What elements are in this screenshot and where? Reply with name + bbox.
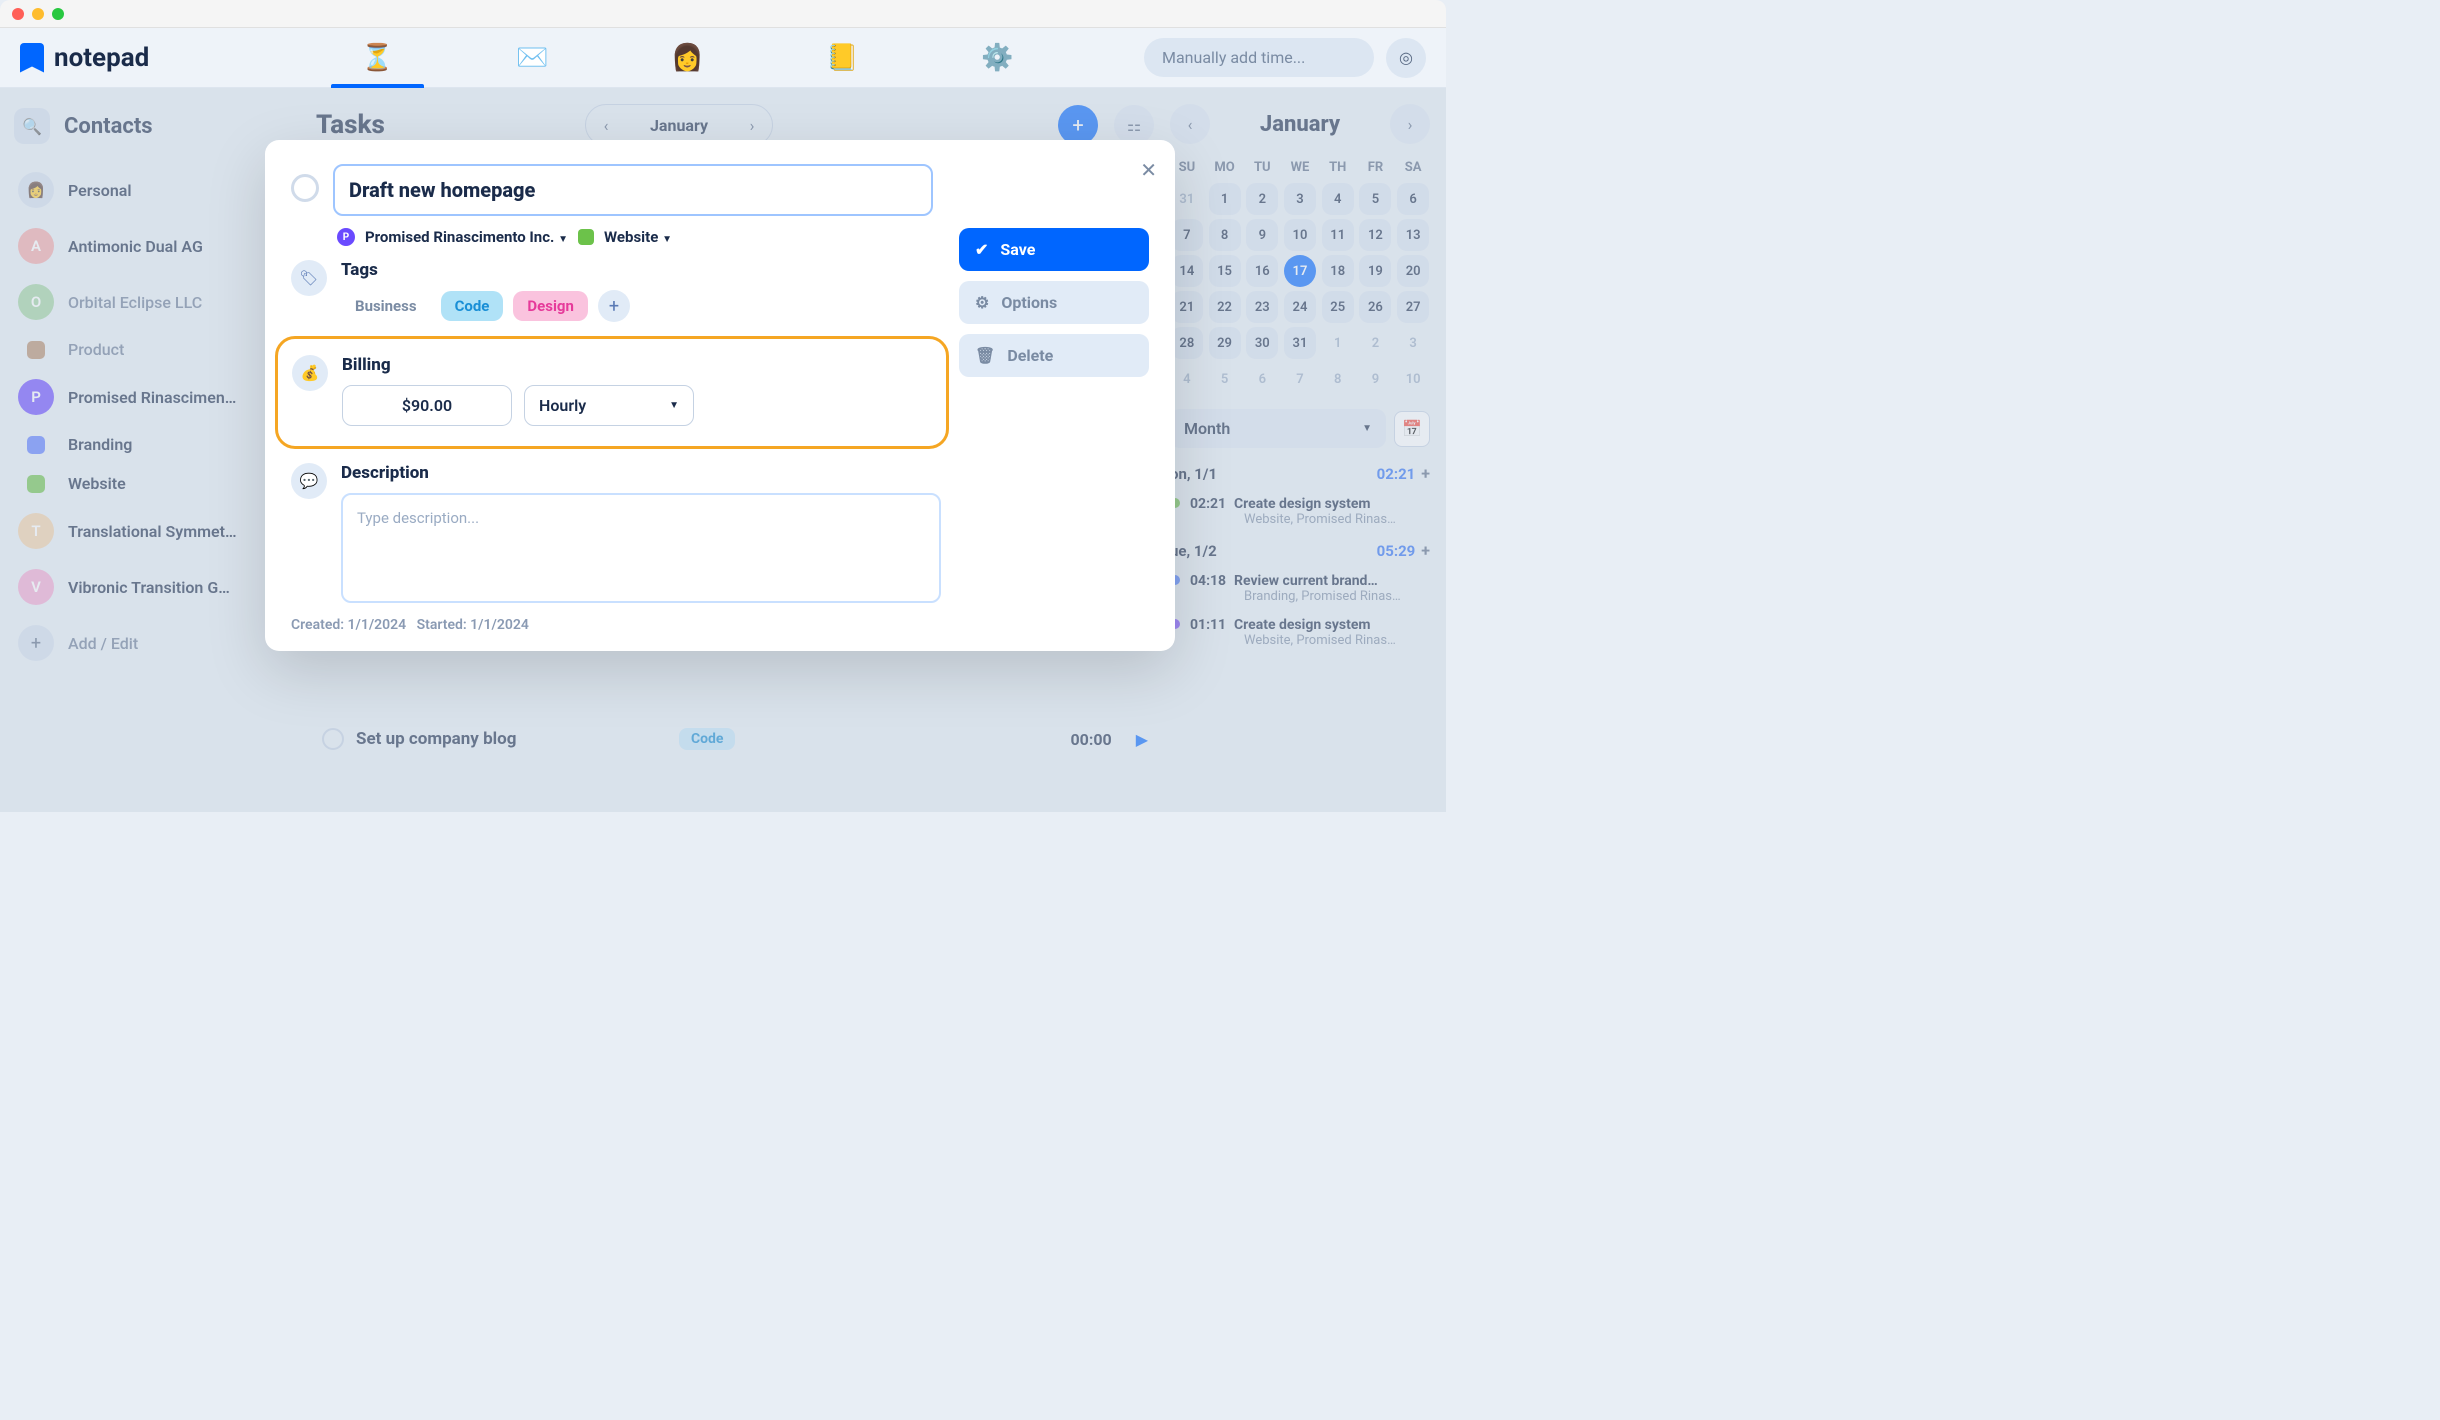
gear-icon: ⚙️ bbox=[981, 43, 1013, 73]
tag-design[interactable]: Design bbox=[513, 291, 588, 321]
tag-code[interactable]: Code bbox=[441, 291, 504, 321]
avatar-icon: 👩 bbox=[671, 43, 703, 73]
task-title-input[interactable] bbox=[333, 164, 933, 216]
top-tabs: ⏳ ✉️ 👩 📒 ⚙️ bbox=[300, 28, 1144, 88]
window-close-dot[interactable] bbox=[12, 8, 24, 20]
hourglass-icon: ⏳ bbox=[361, 43, 393, 73]
window-minimize-dot[interactable] bbox=[32, 8, 44, 20]
mail-icon: ✉️ bbox=[516, 43, 548, 73]
tag-icon: 🏷 bbox=[291, 260, 327, 296]
window-titlebar bbox=[0, 0, 1446, 28]
window-maximize-dot[interactable] bbox=[52, 8, 64, 20]
topbar: notepad ⏳ ✉️ 👩 📒 ⚙️ Manually add time...… bbox=[0, 28, 1446, 88]
tab-profile[interactable]: 👩 bbox=[610, 28, 765, 88]
description-textarea[interactable]: Type description... bbox=[341, 493, 941, 603]
tag-business[interactable]: Business bbox=[341, 291, 431, 321]
options-button[interactable]: ⚙Options bbox=[959, 281, 1149, 324]
started-text: Started: 1/1/2024 bbox=[417, 617, 529, 633]
clock-icon: ◎ bbox=[1399, 48, 1413, 67]
billing-section-highlight: 💰 Billing Hourly ▼ bbox=[275, 336, 949, 449]
billing-type-select[interactable]: Hourly ▼ bbox=[524, 385, 694, 426]
tab-book[interactable]: 📒 bbox=[765, 28, 920, 88]
client-select[interactable]: Promised Rinascimento Inc. ▼ bbox=[365, 228, 568, 246]
app-logo[interactable]: notepad bbox=[20, 43, 300, 73]
gear-icon: ⚙ bbox=[975, 293, 989, 312]
client-badge: P bbox=[337, 228, 355, 246]
manual-time-input[interactable]: Manually add time... bbox=[1144, 38, 1374, 77]
delete-button[interactable]: 🗑Delete bbox=[959, 334, 1149, 377]
created-text: Created: 1/1/2024 bbox=[291, 617, 406, 633]
modal-close-button[interactable]: ✕ bbox=[1140, 158, 1157, 182]
project-color-swatch bbox=[578, 229, 594, 245]
tab-settings[interactable]: ⚙️ bbox=[920, 28, 1075, 88]
chat-icon: 💬 bbox=[291, 463, 327, 499]
description-label: Description bbox=[341, 463, 1149, 483]
money-bag-icon: 💰 bbox=[292, 355, 328, 391]
billing-amount-input[interactable] bbox=[342, 385, 512, 426]
billing-type-label: Hourly bbox=[539, 396, 586, 415]
bookmark-icon bbox=[20, 43, 44, 73]
add-tag-button[interactable]: + bbox=[598, 290, 630, 322]
tab-mail[interactable]: ✉️ bbox=[455, 28, 610, 88]
trash-icon: 🗑 bbox=[975, 346, 995, 365]
project-select[interactable]: Website ▼ bbox=[604, 228, 672, 246]
book-icon: 📒 bbox=[826, 43, 858, 73]
app-name: notepad bbox=[54, 43, 149, 73]
check-icon: ✔ bbox=[975, 240, 988, 259]
chevron-down-icon: ▼ bbox=[662, 234, 672, 245]
billing-label: Billing bbox=[342, 355, 932, 375]
task-complete-toggle[interactable] bbox=[291, 174, 319, 202]
save-button[interactable]: ✔Save bbox=[959, 228, 1149, 271]
timer-button[interactable]: ◎ bbox=[1386, 38, 1426, 78]
task-modal: ✕ P Promised Rinascimento Inc. ▼ Website… bbox=[265, 140, 1175, 651]
chevron-down-icon: ▼ bbox=[669, 400, 679, 411]
chevron-down-icon: ▼ bbox=[558, 234, 568, 245]
tab-time[interactable]: ⏳ bbox=[300, 28, 455, 88]
